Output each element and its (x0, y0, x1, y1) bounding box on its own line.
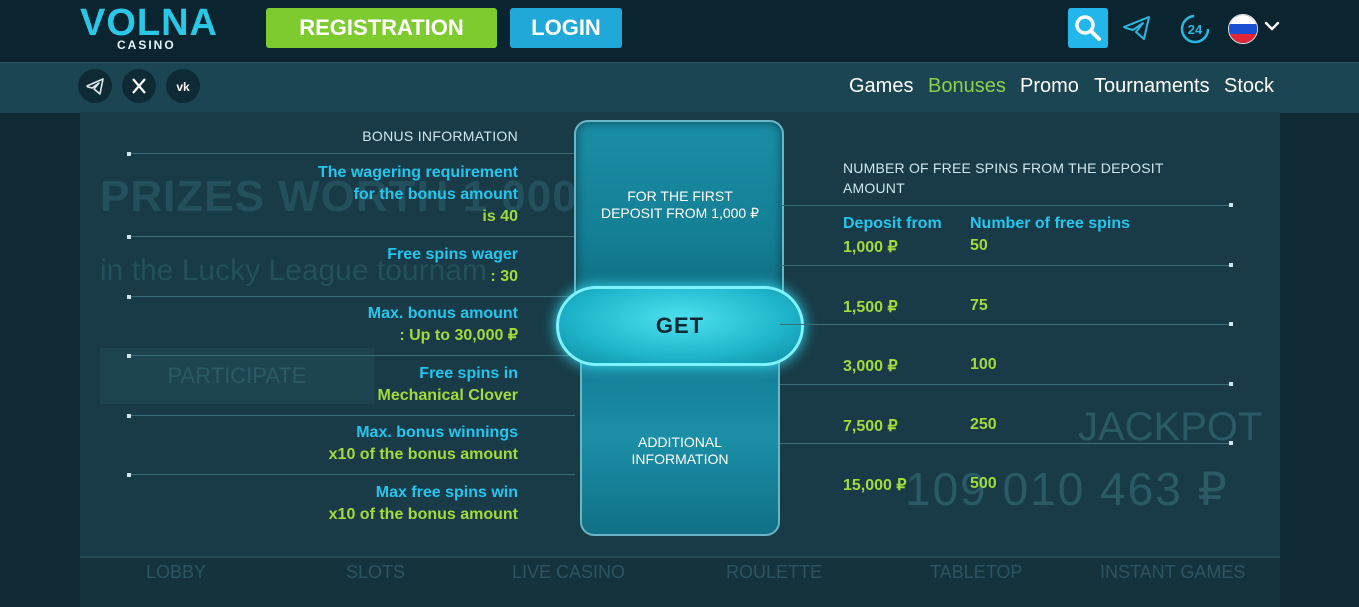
tab-slots[interactable]: SLOTS (346, 562, 405, 583)
additional-info-line1: ADDITIONAL (637, 434, 722, 450)
bonus-info-row: Max. bonus winnings x10 of the bonus amo… (300, 422, 518, 466)
divider (130, 153, 575, 154)
search-button[interactable] (1068, 8, 1108, 48)
bonus-info-row: Max free spins win x10 of the bonus amou… (300, 482, 518, 526)
max-winnings-label: Max. bonus winnings (356, 424, 518, 441)
language-dropdown[interactable] (1264, 18, 1280, 34)
free-spins-heading: NUMBER OF FREE SPINS FROM THE DEPOSIT AM… (843, 160, 1164, 196)
support-24-icon: 24 (1180, 14, 1210, 44)
tab-tabletop[interactable]: TABLETOP (930, 562, 1022, 583)
svg-text:vk: vk (176, 80, 190, 94)
social-x[interactable] (122, 69, 156, 103)
free-spins-game-value: Mechanical Clover (377, 387, 519, 404)
tab-roulette[interactable]: ROULETTE (726, 562, 822, 583)
first-deposit-line2: DEPOSIT FROM 1,000 ₽ (600, 205, 760, 221)
login-button[interactable]: LOGIN (510, 8, 622, 48)
bonus-info-heading: BONUS INFORMATION (362, 128, 518, 144)
divider (130, 355, 575, 356)
divider (130, 415, 575, 416)
divider-dot (1229, 382, 1233, 386)
telegram-icon (86, 78, 104, 95)
max-winnings-value: x10 of the bonus amount (328, 446, 518, 463)
telegram-link[interactable] (1122, 14, 1152, 42)
deposit-value: 15,000 ₽ (843, 477, 907, 494)
divider (780, 324, 1230, 325)
vk-icon: vk (176, 80, 190, 94)
divider-dot (127, 235, 131, 239)
wagering-label: The wagering requirement for the bonus a… (317, 164, 518, 203)
deposit-value: 1,500 ₽ (843, 299, 898, 316)
divider-dot (1229, 322, 1233, 326)
divider (780, 384, 1230, 385)
free-spins-game-label: Free spins in (419, 365, 518, 382)
background-jackpot-amount: 109 010 463 ₽ (905, 463, 1229, 515)
nav-games[interactable]: Games (849, 75, 913, 98)
divider (780, 265, 1230, 266)
telegram-icon (1123, 16, 1150, 40)
spins-value: 100 (970, 356, 997, 373)
first-deposit-text: FOR THE FIRST DEPOSIT FROM 1,000 ₽ (588, 188, 772, 222)
divider-dot (127, 354, 131, 358)
registration-button[interactable]: REGISTRATION (266, 8, 497, 48)
max-free-spins-win-value: x10 of the bonus amount (328, 506, 518, 523)
max-bonus-value: : Up to 30,000 ₽ (399, 327, 518, 344)
chevron-down-icon (1264, 21, 1280, 31)
search-icon (1075, 15, 1101, 41)
max-free-spins-win-label: Max free spins win (375, 484, 518, 501)
additional-info-line2: INFORMATION (631, 451, 729, 467)
language-flag-ru[interactable] (1228, 14, 1258, 44)
deposit-value: 7,500 ₽ (843, 418, 898, 435)
bonus-info-row: The wagering requirement for the bonus a… (300, 162, 518, 228)
bonus-info-row: Free spins wager : 30 (300, 244, 518, 288)
divider (130, 236, 575, 237)
deposit-value: 1,000 ₽ (843, 239, 898, 256)
nav-stock[interactable]: Stock (1224, 75, 1274, 98)
get-bonus-button[interactable]: GET (556, 286, 804, 366)
spins-value: 50 (970, 237, 988, 254)
divider (130, 474, 575, 475)
spins-value: 500 (970, 475, 997, 492)
tab-lobby[interactable]: LOBBY (146, 562, 206, 583)
deposit-value: 3,000 ₽ (843, 358, 898, 375)
divider-dot (127, 152, 131, 156)
divider-dot (1229, 441, 1233, 445)
first-deposit-line1: FOR THE FIRST (627, 188, 733, 204)
max-bonus-label: Max. bonus amount (367, 305, 518, 322)
divider (780, 205, 1230, 206)
support-button[interactable]: 24 (1178, 12, 1212, 46)
svg-text:24: 24 (1188, 22, 1203, 37)
divider-dot (127, 295, 131, 299)
spins-column-header: Number of free spins (970, 215, 1131, 232)
divider (780, 443, 1230, 444)
free-spins-wager-label: Free spins wager (387, 246, 518, 263)
additional-info-link[interactable]: ADDITIONAL INFORMATION (592, 434, 768, 468)
divider-dot (127, 473, 131, 477)
nav-promo[interactable]: Promo (1020, 75, 1079, 98)
spins-value: 75 (970, 297, 988, 314)
divider (130, 296, 575, 297)
deposit-column-header: Deposit from (843, 215, 942, 232)
tab-instant-games[interactable]: INSTANT GAMES (1100, 562, 1245, 583)
social-vk[interactable]: vk (166, 69, 200, 103)
tab-live-casino[interactable]: LIVE CASINO (512, 562, 625, 583)
bonus-info-row: Free spins in Mechanical Clover (300, 363, 519, 407)
nav-tournaments[interactable]: Tournaments (1094, 75, 1210, 98)
spins-value: 250 (970, 416, 997, 433)
social-telegram[interactable] (78, 69, 112, 103)
divider-dot (1229, 263, 1233, 267)
divider-dot (127, 414, 131, 418)
divider-dot (1229, 203, 1233, 207)
bonus-info-row: Max. bonus amount : Up to 30,000 ₽ (300, 303, 518, 347)
x-icon (132, 78, 146, 94)
flag-stripe-blue (1229, 24, 1257, 34)
free-spins-wager-value: : 30 (490, 268, 518, 285)
wagering-value: is 40 (482, 208, 518, 225)
nav-bonuses[interactable]: Bonuses (928, 75, 1006, 98)
logo-subtitle: CASINO (117, 38, 176, 52)
